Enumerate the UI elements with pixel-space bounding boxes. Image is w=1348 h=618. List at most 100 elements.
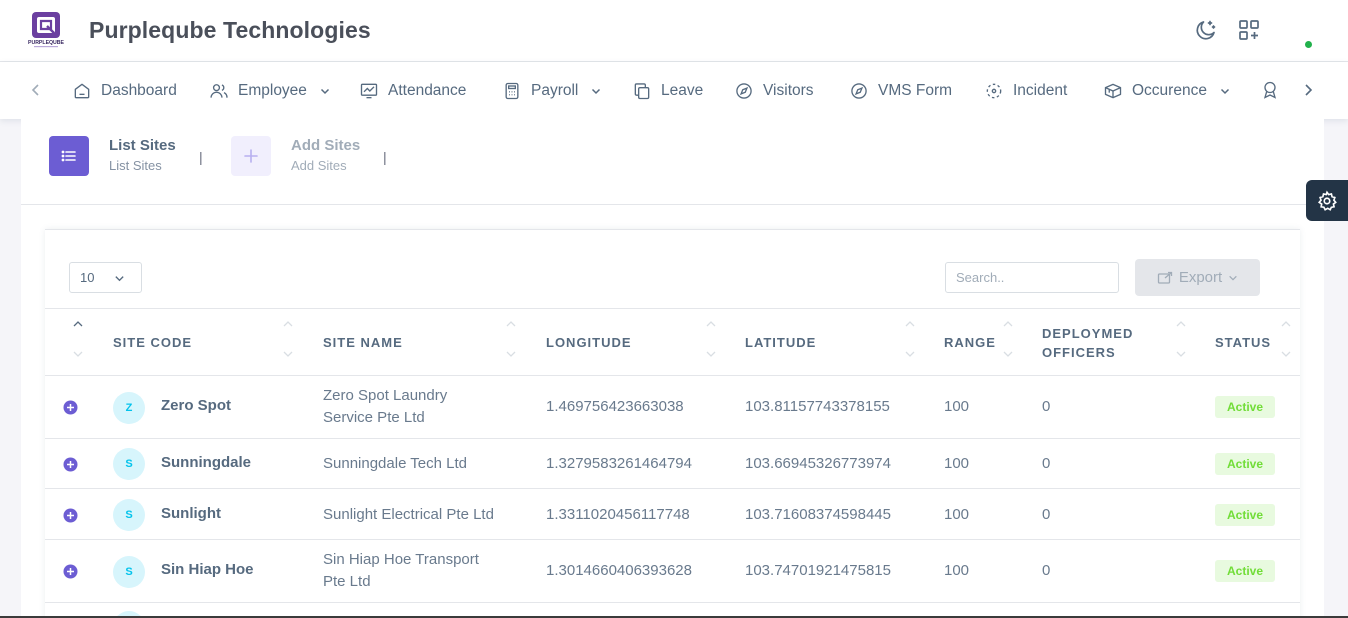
nav-label: Visitors [763, 81, 814, 99]
nav-item-incident[interactable]: Incident [984, 62, 1067, 119]
latitude: 103.71608374598445 [745, 506, 891, 523]
latitude: 103.74701921475815 [745, 562, 891, 579]
table-row: S Sin Hiap Hoe Sin Hiap Hoe Transport Pt… [45, 540, 1300, 603]
tab-list-sites-subtitle: List Sites [109, 158, 162, 173]
nav-item-dashboard[interactable]: Dashboard [72, 62, 177, 119]
avatar: S [113, 556, 145, 588]
sort-icon[interactable] [1003, 319, 1013, 359]
avatar: S [113, 448, 145, 480]
status-badge: Active [1215, 453, 1275, 475]
status-badge: Active [1215, 396, 1275, 418]
tab-add-sites-button[interactable] [231, 136, 271, 176]
sites-tabs: List Sites List Sites | Add Sites Add Si… [21, 119, 1324, 205]
site-code: Sunlight [161, 505, 221, 522]
list-icon [61, 150, 76, 162]
column-header-latitude[interactable]: LATITUDE [745, 333, 816, 352]
compass-icon [851, 82, 867, 99]
column-header-range[interactable]: RANGE [944, 333, 996, 352]
chevron-down-icon [1229, 275, 1237, 281]
boxes-icon [1104, 83, 1122, 98]
tab-list-sites-title[interactable]: List Sites [109, 137, 176, 154]
nav-scroll-right-icon[interactable] [1299, 81, 1317, 99]
table-header: SITE CODE SITE NAME LONGITUDE LATITUDE R… [45, 308, 1300, 376]
tab-add-sites-subtitle: Add Sites [291, 158, 347, 173]
tab-separator: | [199, 149, 203, 165]
nav-label: Occurence [1132, 81, 1207, 99]
site-code: Zero Spot [161, 397, 231, 414]
tab-add-sites-title[interactable]: Add Sites [291, 137, 360, 154]
sort-icon[interactable] [283, 319, 293, 359]
sort-icon[interactable] [506, 319, 516, 359]
gear-icon [1317, 189, 1337, 211]
latitude: 103.66945326773974 [745, 455, 891, 472]
search-input[interactable] [945, 262, 1119, 293]
nav-item-leave[interactable]: Leave [632, 62, 703, 119]
company-logo[interactable]: PURPLEQUBE [27, 11, 65, 49]
avatar: Z [113, 392, 145, 424]
longitude: 1.3014660406393628 [546, 562, 692, 579]
sort-icon[interactable] [73, 319, 83, 359]
export-button[interactable]: Export [1135, 259, 1260, 296]
moon-icon[interactable] [1194, 18, 1218, 42]
page-size-value: 10 [80, 270, 95, 285]
sort-icon[interactable] [1281, 319, 1291, 359]
top-header: PURPLEQUBE Purpleqube Technologies [0, 0, 1348, 62]
settings-customizer-button[interactable] [1306, 180, 1348, 221]
page-size-select[interactable]: 10 [69, 262, 142, 293]
nav-item-occurence[interactable]: Occurence [1103, 62, 1231, 119]
expand-row-icon[interactable] [63, 564, 78, 579]
apps-add-icon[interactable] [1237, 18, 1261, 42]
expand-row-icon[interactable] [63, 457, 78, 472]
nav-scroll-left-icon[interactable] [27, 81, 45, 99]
main-navigation: Dashboard Employee Attendance Payroll Le… [0, 62, 1348, 119]
chart-icon [360, 83, 378, 98]
nav-label: Dashboard [101, 81, 177, 99]
tab-list-sites-button[interactable] [49, 136, 89, 176]
avatar: S [113, 499, 145, 531]
copy-icon [634, 82, 650, 99]
export-icon [1157, 271, 1172, 284]
nav-item-employee[interactable]: Employee [209, 62, 331, 119]
online-status-dot [1305, 41, 1312, 48]
expand-row-icon[interactable] [63, 508, 78, 523]
sort-icon[interactable] [905, 319, 915, 359]
range: 100 [944, 455, 970, 472]
table-row: S Sunlight Sunlight Electrical Pte Ltd 1… [45, 489, 1300, 540]
site-name: Sunningdale Tech Ltd [323, 455, 468, 472]
column-header-status[interactable]: STATUS [1215, 333, 1271, 352]
deployed-officers: 0 [1042, 455, 1051, 472]
nav-label: Employee [238, 81, 307, 99]
site-name: Zero Spot Laundry Service Pte Ltd [323, 387, 448, 426]
brand-name: Purpleqube Technologies [89, 17, 371, 43]
expand-row-icon[interactable] [63, 400, 78, 415]
nav-item-payroll[interactable]: Payroll [502, 62, 602, 119]
table-row: S Sunningdale Sunningdale Tech Ltd 1.327… [45, 439, 1300, 489]
nav-label: Leave [661, 81, 704, 99]
nav-label: Attendance [388, 81, 467, 99]
focus-icon [986, 83, 1002, 98]
nav-item-attendance[interactable]: Attendance [359, 62, 466, 119]
export-label: Export [1178, 269, 1223, 286]
chevron-down-icon [1220, 88, 1229, 94]
nav-item-vms-form[interactable]: VMS Form [849, 62, 952, 119]
award-icon[interactable] [1260, 80, 1280, 100]
sites-table-card: 10 Export SITE CODE SITE NAME LONGITUDE … [45, 229, 1300, 618]
plus-icon [244, 149, 258, 163]
column-header-deployed-officers[interactable]: DEPLOYMED OFFICERS [1042, 324, 1152, 362]
range: 100 [944, 398, 970, 415]
home-icon [74, 83, 90, 98]
deployed-officers: 0 [1042, 398, 1051, 415]
deployed-officers: 0 [1042, 562, 1051, 579]
chevron-down-icon [115, 276, 124, 282]
chevron-down-icon [320, 88, 329, 94]
nav-item-visitors[interactable]: Visitors [734, 62, 814, 119]
column-header-site-name[interactable]: SITE NAME [323, 333, 403, 352]
chevron-down-icon [592, 88, 601, 94]
column-header-site-code[interactable]: SITE CODE [113, 333, 192, 352]
sort-icon[interactable] [706, 319, 716, 359]
latitude: 103.81157743378155 [745, 398, 890, 415]
column-header-longitude[interactable]: LONGITUDE [546, 333, 632, 352]
sort-icon[interactable] [1176, 319, 1186, 359]
site-code: Sunningdale [161, 454, 251, 471]
compass-icon [736, 82, 752, 99]
